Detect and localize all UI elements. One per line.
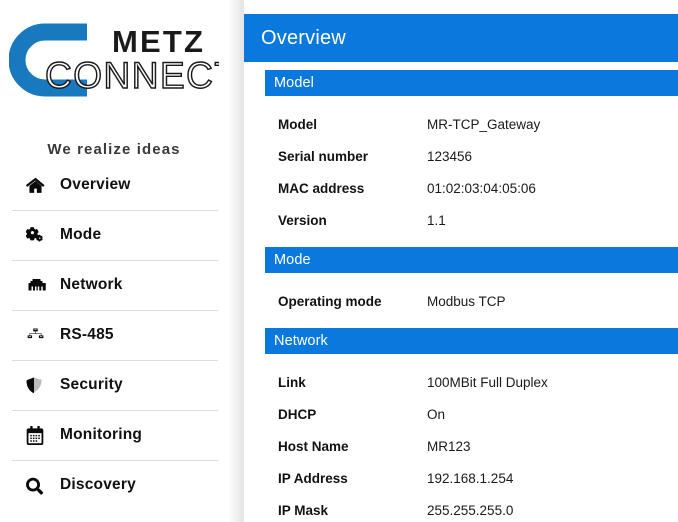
row-label: DHCP	[278, 406, 317, 422]
row-label: Operating mode	[278, 293, 382, 309]
row-label: Serial number	[278, 148, 369, 164]
table-row: MAC address 01:02:03:04:05:06	[244, 172, 678, 204]
section-network: Network Link 100MBit Full Duplex DHCP On…	[244, 328, 678, 522]
section-title: Model	[274, 75, 314, 91]
page-title: Overview	[261, 26, 346, 49]
table-row: Model MR-TCP_Gateway	[244, 108, 678, 140]
sidebar-item-label: RS-485	[60, 326, 114, 343]
sidebar-item-monitoring[interactable]: Monitoring	[0, 410, 228, 460]
sidebar-item-label: Discovery	[60, 476, 136, 493]
row-value: 01:02:03:04:05:06	[427, 180, 536, 196]
sidebar-nav: Overview Mode Network RS-485 Security Mo…	[0, 160, 228, 510]
shield-icon	[26, 374, 52, 396]
section-header: Model	[265, 70, 678, 96]
row-value: 255.255.255.0	[427, 502, 514, 518]
table-row: DHCP On	[244, 398, 678, 430]
svg-text:CONNECT: CONNECT	[45, 55, 219, 96]
row-value: Modbus TCP	[427, 293, 506, 309]
section-header: Network	[265, 328, 678, 354]
sidebar-item-label: Monitoring	[60, 426, 143, 443]
calendar-icon	[26, 424, 52, 446]
row-value: 100MBit Full Duplex	[427, 374, 548, 390]
sidebar-item-label: Mode	[60, 226, 102, 243]
row-label: IP Mask	[278, 502, 329, 518]
row-value: 123456	[427, 148, 473, 164]
table-row: IP Mask 255.255.255.0	[244, 494, 678, 522]
section-header: Mode	[265, 247, 678, 273]
section-rows: Link 100MBit Full Duplex DHCP On Host Na…	[244, 354, 678, 522]
row-label: Link	[278, 374, 306, 390]
content-panel: Overview Model Model MR-TCP_Gateway Seri…	[244, 0, 678, 522]
sidebar-item-label: Security	[60, 376, 123, 393]
panel-divider-shadow	[228, 0, 244, 522]
sidebar: METZ CONNECT We realize ideas Overview	[0, 0, 228, 522]
table-row: Operating mode Modbus TCP	[244, 285, 678, 317]
section-mode: Mode Operating mode Modbus TCP	[244, 247, 678, 317]
sidebar-item-overview[interactable]: Overview	[0, 160, 228, 210]
row-label: IP Address	[278, 470, 348, 486]
sidebar-item-discovery[interactable]: Discovery	[0, 460, 228, 510]
row-value: MR-TCP_Gateway	[427, 116, 541, 132]
sidebar-item-label: Overview	[60, 176, 131, 193]
page-title-bar: Overview	[244, 14, 678, 62]
sidebar-item-network[interactable]: Network	[0, 260, 228, 310]
section-rows: Model MR-TCP_Gateway Serial number 12345…	[244, 96, 678, 236]
svg-text:METZ: METZ	[112, 24, 205, 59]
sidebar-item-mode[interactable]: Mode	[0, 210, 228, 260]
section-title: Network	[274, 333, 328, 349]
sidebar-item-security[interactable]: Security	[0, 360, 228, 410]
cogs-icon	[26, 224, 52, 246]
section-rows: Operating mode Modbus TCP	[244, 273, 678, 317]
sitemap-icon	[26, 324, 52, 346]
row-label: MAC address	[278, 180, 365, 196]
row-value: On	[427, 406, 446, 422]
table-row: IP Address 192.168.1.254	[244, 462, 678, 494]
table-row: Serial number 123456	[244, 140, 678, 172]
brand-logo: METZ CONNECT We realize ideas	[0, 18, 228, 158]
section-model: Model Model MR-TCP_Gateway Serial number…	[244, 70, 678, 236]
row-value: 1.1	[427, 212, 446, 228]
row-value: MR123	[427, 438, 471, 454]
row-label: Model	[278, 116, 317, 132]
row-value: 192.168.1.254	[427, 470, 514, 486]
row-label: Version	[278, 212, 327, 228]
table-row: Link 100MBit Full Duplex	[244, 366, 678, 398]
search-icon	[26, 474, 52, 496]
row-label: Host Name	[278, 438, 349, 454]
device-web-interface: METZ CONNECT We realize ideas Overview	[0, 0, 678, 522]
ethernet-icon	[26, 274, 52, 296]
table-row: Host Name MR123	[244, 430, 678, 462]
brand-tagline: We realize ideas	[47, 141, 181, 158]
section-title: Mode	[274, 252, 311, 268]
table-row: Version 1.1	[244, 204, 678, 236]
sidebar-item-label: Network	[60, 276, 123, 293]
sidebar-item-rs485[interactable]: RS-485	[0, 310, 228, 360]
home-icon	[26, 174, 52, 196]
